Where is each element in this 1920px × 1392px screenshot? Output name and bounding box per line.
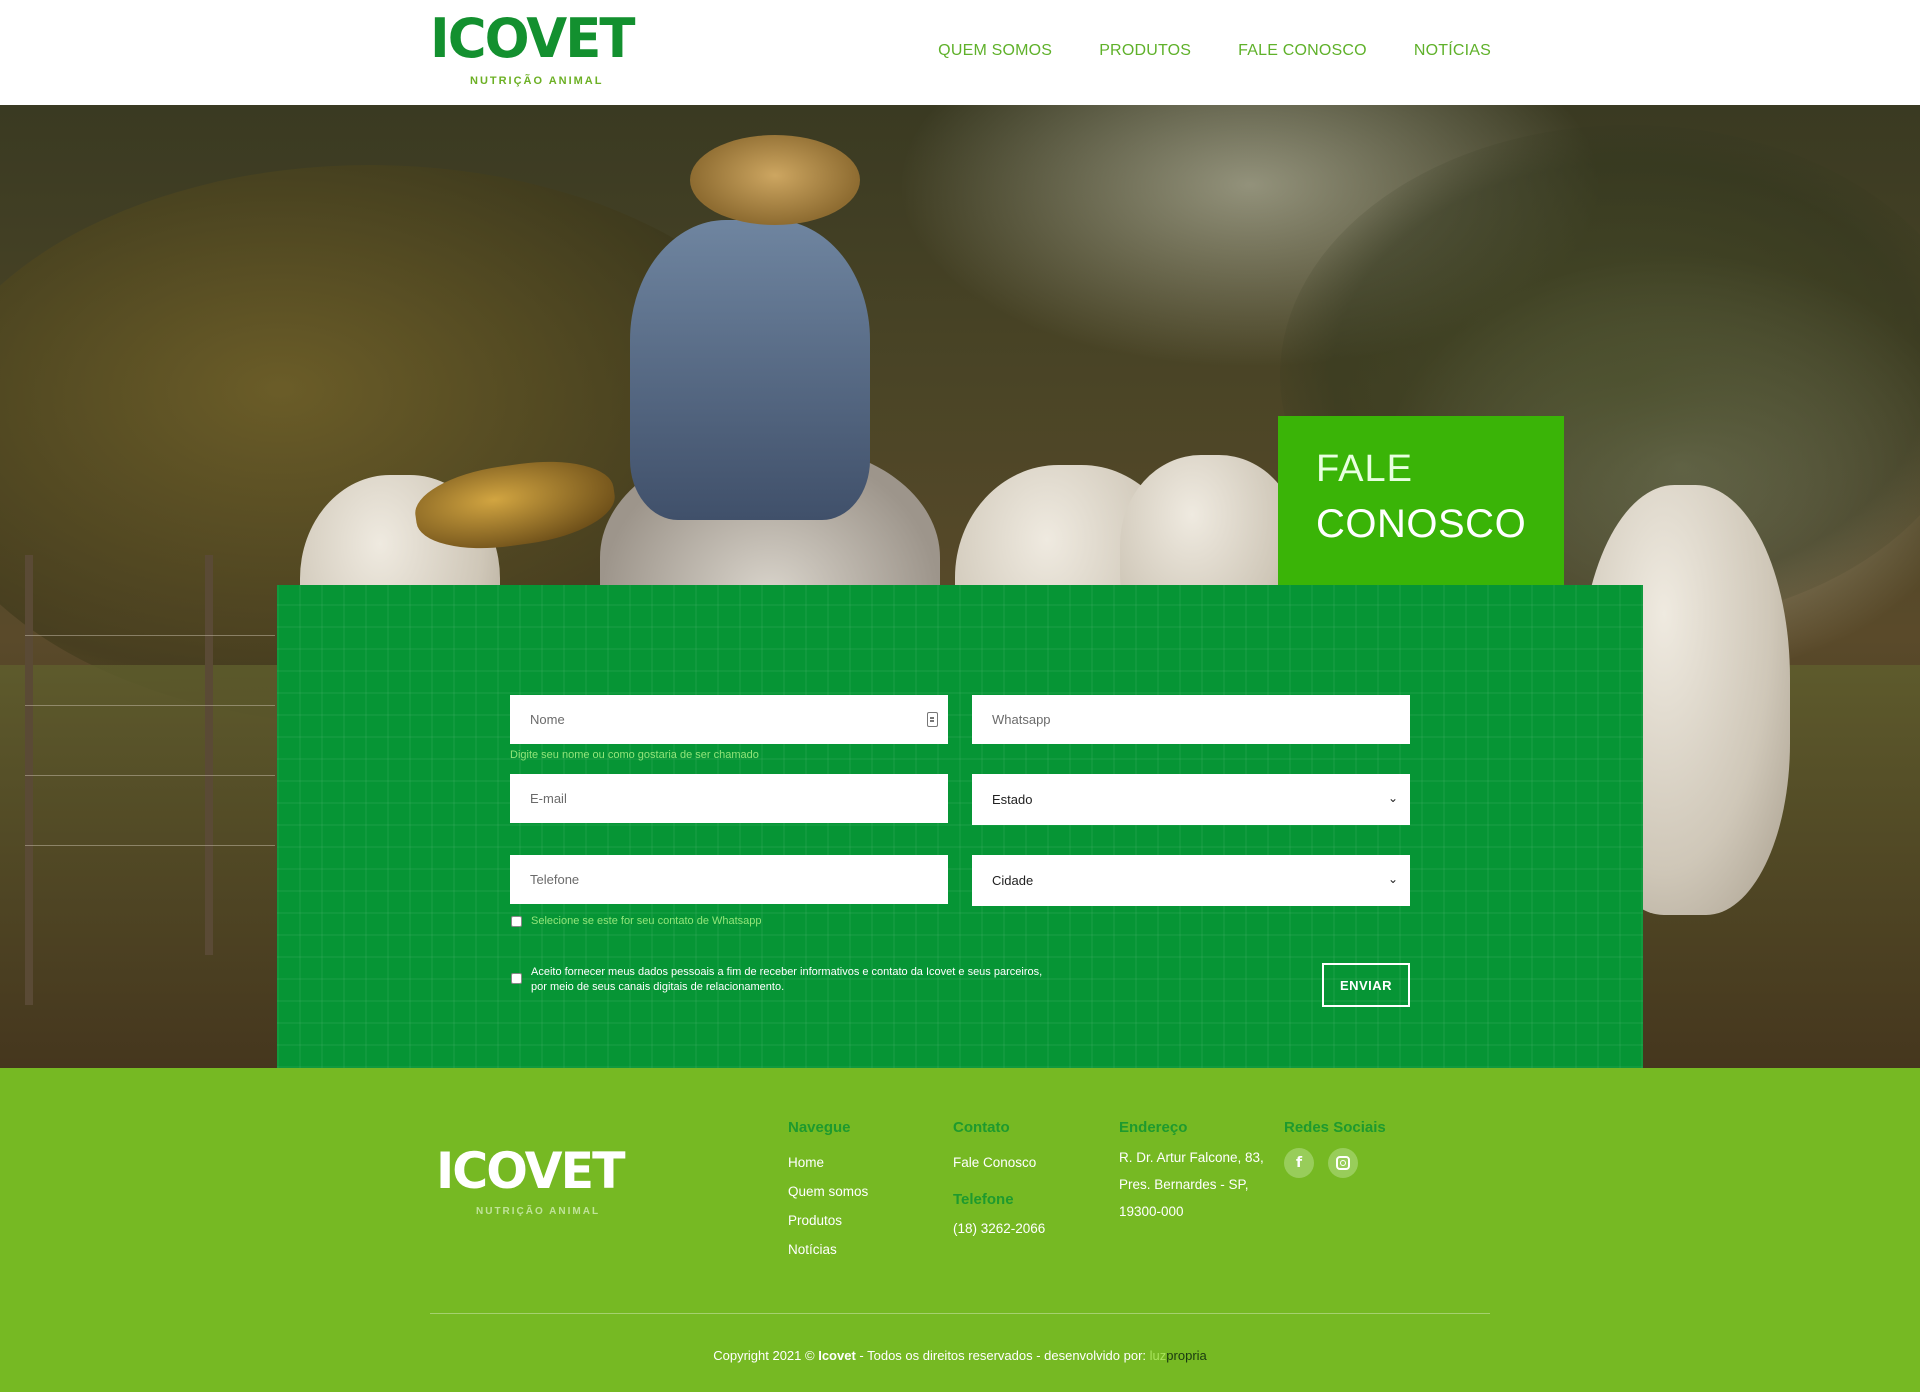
endereco-line1: R. Dr. Artur Falcone, 83, [1119, 1150, 1264, 1165]
footer-col-redes: Redes Sociais f [1284, 1119, 1386, 1178]
telefone-input[interactable]: Telefone [510, 855, 948, 904]
enviar-button[interactable]: ENVIAR [1322, 963, 1410, 1007]
footer-col-endereco: Endereço R. Dr. Artur Falcone, 83, Pres.… [1119, 1119, 1264, 1225]
footer-divider [430, 1313, 1490, 1314]
email-input[interactable]: E-mail [510, 774, 948, 823]
email-placeholder: E-mail [530, 791, 567, 806]
site-header: ICOVET NUTRIÇÃO ANIMAL QUEM SOMOS PRODUT… [0, 0, 1920, 105]
nav-quem-somos[interactable]: QUEM SOMOS [938, 42, 1052, 60]
developer-name-part2: propria [1166, 1348, 1207, 1363]
chevron-down-icon: ⌄ [1387, 872, 1398, 886]
footer-link-produtos[interactable]: Produtos [788, 1206, 868, 1235]
fale-conosco-tab [1278, 416, 1564, 586]
hat-shape [690, 135, 860, 225]
estado-value: Estado [992, 792, 1033, 807]
social-icons: f [1284, 1148, 1386, 1178]
tab-title-line1: FALE [1316, 448, 1413, 490]
footer-link-quem-somos[interactable]: Quem somos [788, 1177, 868, 1206]
fence-shape [25, 555, 275, 1005]
navegue-heading: Navegue [788, 1119, 851, 1136]
developer-link[interactable]: luzpropria [1150, 1348, 1207, 1363]
estado-select[interactable]: Estado ⌄ [972, 774, 1410, 825]
footer-col-contato: Contato Fale Conosco Telefone (18) 3262-… [953, 1119, 1045, 1243]
tab-title-line2: CONOSCO [1316, 502, 1527, 546]
cidade-select[interactable]: Cidade ⌄ [972, 855, 1410, 906]
facebook-icon[interactable]: f [1284, 1148, 1314, 1178]
copyright-brand: Icovet [818, 1348, 856, 1363]
logo-wordmark: ICOVET [430, 7, 636, 70]
nome-input[interactable]: Nome [510, 695, 948, 744]
redes-heading: Redes Sociais [1284, 1119, 1386, 1136]
consent-checkbox[interactable] [511, 973, 522, 984]
telefone-heading: Telefone [953, 1191, 1014, 1208]
whatsapp-checkbox-label: Selecione se este for seu contato de Wha… [531, 915, 762, 927]
whatsapp-input[interactable]: Whatsapp [972, 695, 1410, 744]
nav-fale-conosco[interactable]: FALE CONOSCO [1238, 42, 1367, 60]
contact-form-panel [277, 585, 1643, 1068]
nome-placeholder: Nome [530, 712, 565, 727]
logo-subtitle: NUTRIÇÃO ANIMAL [470, 75, 604, 87]
contato-heading: Contato [953, 1119, 1010, 1136]
footer-logo-wordmark: ICOVET [436, 1142, 626, 1200]
whatsapp-checkbox[interactable] [511, 916, 522, 927]
consent-label: Aceito fornecer meus dados pessoais a fi… [531, 966, 1043, 993]
cidade-value: Cidade [992, 873, 1034, 888]
nome-hint: Digite seu nome ou como gostaria de ser … [510, 749, 759, 761]
footer-logo-subtitle: NUTRIÇÃO ANIMAL [476, 1206, 601, 1217]
endereco-heading: Endereço [1119, 1119, 1188, 1136]
whatsapp-placeholder: Whatsapp [992, 712, 1051, 727]
copyright-suffix: - Todos os direitos reservados - desenvo… [859, 1348, 1147, 1363]
nav-noticias[interactable]: NOTÍCIAS [1414, 42, 1491, 60]
copyright-text: Copyright 2021 © Icovet - Todos os direi… [0, 1348, 1920, 1363]
instagram-icon[interactable] [1328, 1148, 1358, 1178]
nav-produtos[interactable]: PRODUTOS [1099, 42, 1191, 60]
developer-name-part1: luz [1149, 1348, 1167, 1363]
chevron-down-icon: ⌄ [1387, 791, 1398, 805]
contact-card-icon [927, 712, 938, 727]
site-logo[interactable]: ICOVET NUTRIÇÃO ANIMAL [430, 12, 636, 88]
footer-link-fale-conosco[interactable]: Fale Conosco [953, 1148, 1045, 1177]
footer-col-navegue: Navegue Home Quem somos Produtos Notícia… [788, 1119, 868, 1264]
endereco-line3: 19300-000 [1119, 1204, 1184, 1219]
footer-link-home[interactable]: Home [788, 1148, 868, 1177]
footer-logo[interactable]: ICOVET NUTRIÇÃO ANIMAL [436, 1146, 642, 1226]
rider-shape [630, 220, 870, 520]
endereco-line2: Pres. Bernardes - SP, [1119, 1177, 1249, 1192]
telefone-placeholder: Telefone [530, 872, 580, 887]
footer-link-noticias[interactable]: Notícias [788, 1235, 868, 1264]
main-nav: QUEM SOMOS PRODUTOS FALE CONOSCO NOTÍCIA… [938, 42, 1491, 60]
copyright-prefix: Copyright 2021 © [713, 1348, 815, 1363]
telefone-value: (18) 3262-2066 [953, 1221, 1046, 1236]
